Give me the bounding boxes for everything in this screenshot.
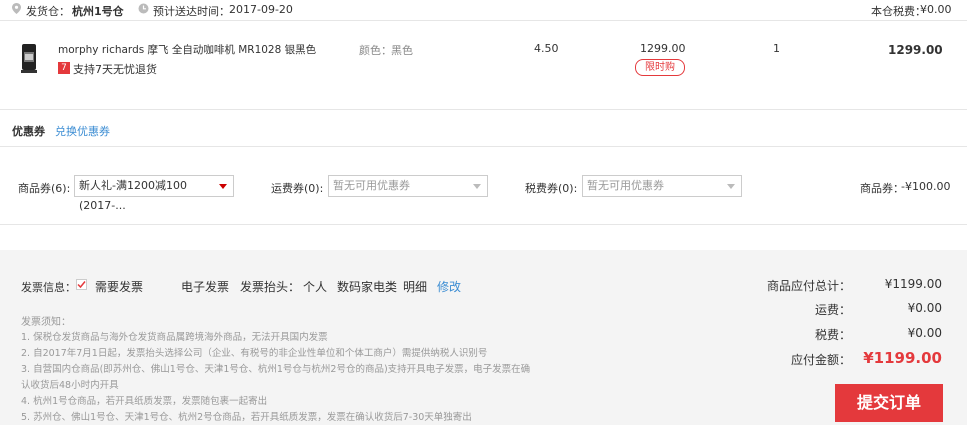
invoice-category: 数码家电类 <box>337 280 398 294</box>
return-policy-text: 支持7天无忧退货 <box>73 63 157 76</box>
product-rate: 4.50 <box>534 42 559 55</box>
product-quantity: 1 <box>773 42 780 55</box>
product-price: 1299.00 <box>640 42 686 55</box>
payable-label: 应付金额： <box>790 353 851 367</box>
delivery-label: 预计送达时间： <box>153 5 230 18</box>
need-invoice-checkbox[interactable] <box>76 279 87 290</box>
clock-icon <box>138 3 149 17</box>
shipping-value: ¥0.00 <box>907 301 942 315</box>
invoice-note: 4. 杭州1号仓商品，若开具纸质发票，发票随包裹一起寄出 <box>21 396 268 407</box>
invoice-note: 3. 自营国内仓商品(即苏州仓、佛山1号仓、天津1号仓、杭州1号仓与杭州2号仓的… <box>21 364 531 375</box>
divider <box>0 224 967 225</box>
coupon-title: 优惠券 <box>12 125 45 138</box>
invoice-note: 1. 保税仓发货商品与海外仓发货商品属跨境海外商品，无法开具国内发票 <box>21 332 328 343</box>
warehouse-tax-label: 本仓税费： <box>871 5 926 18</box>
invoice-note: 5. 苏州仓、佛山1号仓、天津1号仓、杭州2号仓商品，若开具纸质发票，发票在确认… <box>21 412 472 423</box>
tax-value: ¥0.00 <box>907 326 942 340</box>
coupon-discount-value: -¥100.00 <box>901 180 951 193</box>
chevron-down-icon <box>473 184 481 189</box>
invoice-note: 2. 自2017年7月1日起，发票抬头选择公司（企业、有税号的非企业性单位和个体… <box>21 348 488 359</box>
invoice-detail: 明细 <box>403 280 428 294</box>
shipping-coupon-select[interactable]: 暂无可用优惠券 <box>328 175 488 197</box>
need-invoice-text: 需要发票 <box>95 280 144 294</box>
color-value: 黑色 <box>391 44 413 57</box>
goods-total-label: 商品应付总计： <box>766 279 851 293</box>
product-subtotal: 1299.00 <box>888 43 943 57</box>
chevron-down-icon <box>219 184 227 189</box>
invoice-type: 电子发票 <box>181 280 230 294</box>
divider <box>0 20 967 21</box>
product-name[interactable]: morphy richards 摩飞 全自动咖啡机 MR1028 银黑色 <box>58 42 316 57</box>
exchange-coupon-link[interactable]: 兑换优惠券 <box>55 123 110 139</box>
goods-coupon-select[interactable]: 新人礼-满1200减100 (2017-... <box>74 175 234 212</box>
payable-value: ¥1199.00 <box>863 349 942 367</box>
shipping-coupon-label: 运费券(0): <box>271 182 324 195</box>
invoice-info-label: 发票信息： <box>21 281 76 294</box>
return-badge: 7 <box>58 62 70 74</box>
product-image[interactable] <box>20 42 38 74</box>
invoice-title-label: 发票抬头： <box>240 280 301 294</box>
invoice-notes-title: 发票须知： <box>21 317 71 328</box>
warehouse-tax-value: ¥0.00 <box>920 3 952 16</box>
goods-coupon-selected: 新人礼-满1200减100 (2017-... <box>79 179 187 212</box>
warehouse-label: 发货仓： <box>26 5 70 18</box>
goods-coupon-label: 商品券(6): <box>18 182 71 195</box>
chevron-down-icon <box>727 184 735 189</box>
tax-coupon-placeholder: 暂无可用优惠券 <box>587 179 664 192</box>
shipping-coupon-placeholder: 暂无可用优惠券 <box>333 179 410 192</box>
checkmark-icon <box>77 281 86 289</box>
promo-tag: 限时购 <box>635 59 685 76</box>
warehouse-value: 杭州1号仓 <box>72 5 124 18</box>
tax-coupon-select[interactable]: 暂无可用优惠券 <box>582 175 742 197</box>
divider <box>0 146 967 147</box>
invoice-title-value: 个人 <box>303 280 328 294</box>
tax-coupon-label: 税费券(0): <box>525 182 578 195</box>
goods-total-value: ¥1199.00 <box>884 277 942 291</box>
delivery-date: 2017-09-20 <box>229 3 293 16</box>
invoice-note: 认收货后48小时内开具 <box>21 380 119 391</box>
invoice-edit-link[interactable]: 修改 <box>437 278 461 295</box>
submit-order-button[interactable]: 提交订单 <box>835 384 943 422</box>
shipping-label: 运费： <box>814 303 851 317</box>
divider <box>0 109 967 110</box>
coupon-discount-label: 商品券： <box>860 182 904 195</box>
color-label: 颜色： <box>359 44 392 57</box>
tax-label: 税费： <box>814 328 851 342</box>
location-pin-icon <box>12 3 21 17</box>
